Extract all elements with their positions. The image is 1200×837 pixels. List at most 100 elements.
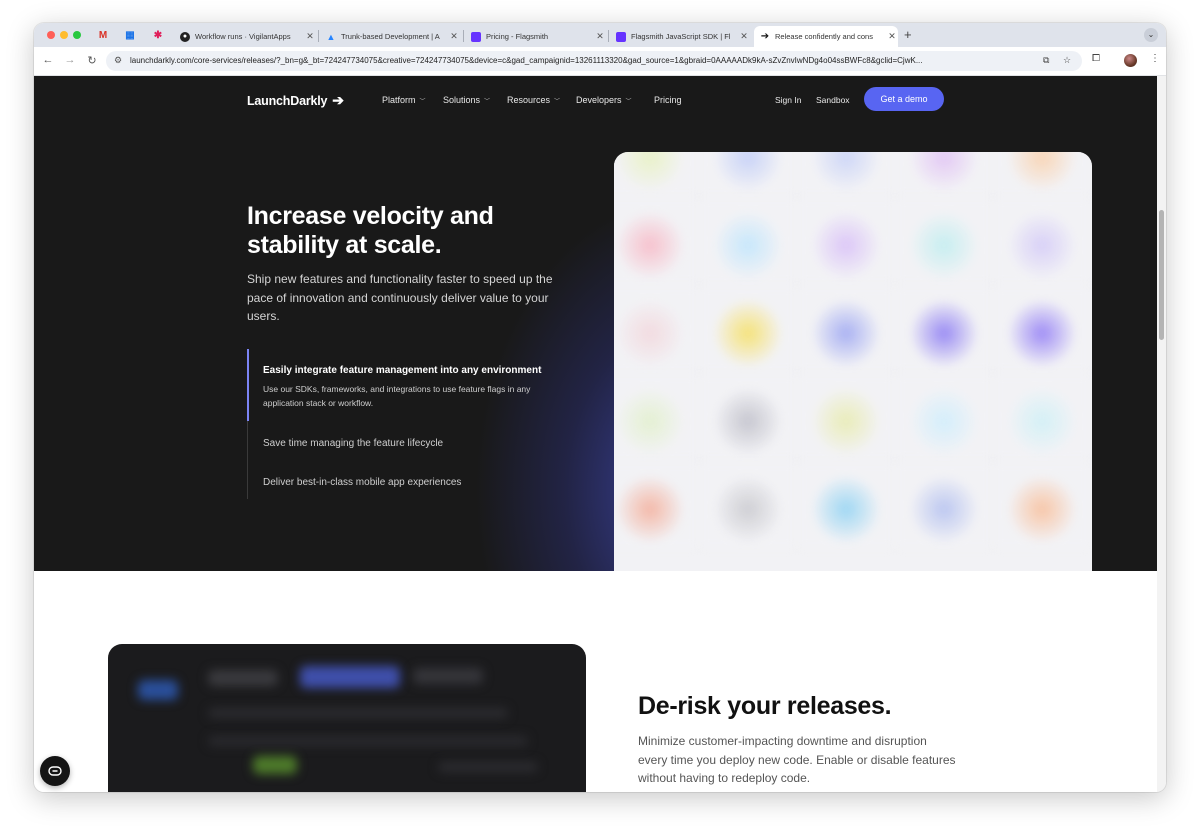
close-tab-icon[interactable]: ✕ [738,31,750,42]
logo-arrow-icon: ➔ [332,92,344,108]
section-title: De-risk your releases. [638,692,892,720]
blurred-tile [994,152,1090,196]
hero-section: LaunchDarkly ➔ Platform ﹀ Solutions ﹀ Reso… [34,76,1157,571]
blurred-tile [700,374,796,460]
feature-item-lifecycle[interactable]: Save time managing the feature lifecycle [263,438,443,449]
tab-separator [608,30,609,42]
blurred-tile [798,198,894,284]
nav-label: Platform [382,95,416,105]
blurred-tile [614,152,698,196]
tab-search-button[interactable]: ⌄ [1144,28,1158,42]
close-tab-icon[interactable]: ✕ [304,31,316,42]
slack-icon[interactable]: ✱ [151,28,165,42]
blurred-tile [994,286,1090,372]
chevron-down-icon: ﹀ [625,99,632,105]
browser-window: M ▦ ✱ ● Workflow runs · VigilantApps ✕ ▲… [34,23,1166,792]
launchdarkly-logo[interactable]: LaunchDarkly ➔ [247,92,344,109]
github-icon: ● [180,31,190,42]
gmail-icon[interactable]: M [96,28,110,42]
close-tab-icon[interactable]: ✕ [886,31,898,42]
tab-launchdarkly-releases[interactable]: ➔ Release confidently and cons ✕ [754,26,898,47]
blurred-tile [896,286,992,372]
get-a-demo-button[interactable]: Get a demo [864,87,944,111]
hero-title: Increase velocity and stability at scale… [247,202,494,259]
feature-title: Easily integrate feature management into… [263,365,542,376]
nav-label: Resources [507,95,551,105]
sandbox-link[interactable]: Sandbox [816,95,850,105]
page-scrollbar[interactable] [1157,76,1166,792]
tab-strip: M ▦ ✱ ● Workflow runs · VigilantApps ✕ ▲… [34,23,1166,47]
feature-title: Deliver best-in-class mobile app experie… [263,477,462,488]
blurred-tile [798,462,894,548]
tab-pricing-flagsmith[interactable]: Pricing - Flagsmith ✕ [465,26,606,47]
feature-item-integrate[interactable]: Easily integrate feature management into… [263,365,563,410]
blurred-tile [700,286,796,372]
blurred-tile [614,286,698,372]
blurred-element [253,756,297,774]
blurred-tile [798,374,894,460]
launchdarkly-icon: ➔ [760,31,770,42]
tab-trunk-based-development[interactable]: ▲ Trunk-based Development | A ✕ [320,26,460,47]
profile-avatar[interactable] [1124,54,1137,67]
blurred-tile [700,152,796,196]
chevron-down-icon: ﹀ [554,99,561,105]
tab-separator [463,30,464,42]
blurred-element [300,666,400,688]
release-blurred-visual [108,644,586,792]
new-tab-button[interactable]: + [904,27,912,42]
blurred-tile [798,286,894,372]
blurred-tile [614,198,698,284]
nav-label: Developers [576,95,622,105]
blurred-tile [896,462,992,548]
tab-workflow-runs[interactable]: ● Workflow runs · VigilantApps ✕ [174,26,316,47]
tab-separator [318,30,319,42]
hero-subtitle: Ship new features and functionality fast… [247,272,553,323]
feature-active-indicator [247,349,249,421]
feature-description: Use our SDKs, frameworks, and integratio… [263,384,531,408]
browser-toolbar: ← → ↻ ⚙ launchdarkly.com/core-services/r… [34,47,1166,76]
back-arrow-icon[interactable]: ← [41,54,55,66]
install-app-icon[interactable]: ⧉ [1043,55,1049,66]
feature-item-mobile[interactable]: Deliver best-in-class mobile app experie… [263,477,461,488]
minimize-window-button[interactable] [60,31,68,39]
site-settings-icon[interactable]: ⚙ [114,55,122,66]
address-bar[interactable]: ⚙ launchdarkly.com/core-services/release… [106,51,1082,71]
extensions-icon[interactable]: ⧠ [1092,53,1100,64]
close-tab-icon[interactable]: ✕ [448,31,460,42]
blurred-element [413,668,483,684]
nav-pricing[interactable]: Pricing [654,95,682,105]
blurred-element [208,670,278,686]
close-tab-icon[interactable]: ✕ [594,31,606,42]
forward-arrow-icon[interactable]: → [63,54,77,66]
bookmark-star-icon[interactable]: ☆ [1063,55,1071,66]
chat-widget-button[interactable] [40,756,70,786]
maximize-window-button[interactable] [73,31,81,39]
scrollbar-thumb[interactable] [1159,210,1164,340]
blurred-element [208,708,508,718]
nav-developers[interactable]: Developers ﹀ [576,95,632,105]
blurred-element [208,736,528,746]
chevron-down-icon: ﹀ [484,99,491,105]
blurred-tile [614,374,698,460]
calendar-icon[interactable]: ▦ [123,28,137,42]
sign-in-link[interactable]: Sign In [775,95,801,105]
tab-flagsmith-sdk[interactable]: Flagsmith JavaScript SDK | Fl ✕ [610,26,750,47]
atlassian-icon: ▲ [326,31,336,42]
close-window-button[interactable] [47,31,55,39]
blurred-tile [896,374,992,460]
blurred-element [438,762,538,772]
feature-title: Save time managing the feature lifecycle [263,438,444,449]
blurred-tile [700,198,796,284]
browser-menu-icon[interactable]: ⋮ [1150,53,1160,64]
flagsmith-icon [616,31,626,42]
nav-solutions[interactable]: Solutions ﹀ [443,95,490,105]
url-text: launchdarkly.com/core-services/releases/… [130,56,923,65]
reload-icon[interactable]: ↻ [85,54,99,67]
blurred-element [138,680,178,700]
nav-resources[interactable]: Resources ﹀ [507,95,560,105]
nav-platform[interactable]: Platform ﹀ [382,95,426,105]
blurred-tile [614,462,698,548]
blurred-tile [700,462,796,548]
blurred-tile [994,462,1090,548]
flagsmith-icon [471,31,481,42]
